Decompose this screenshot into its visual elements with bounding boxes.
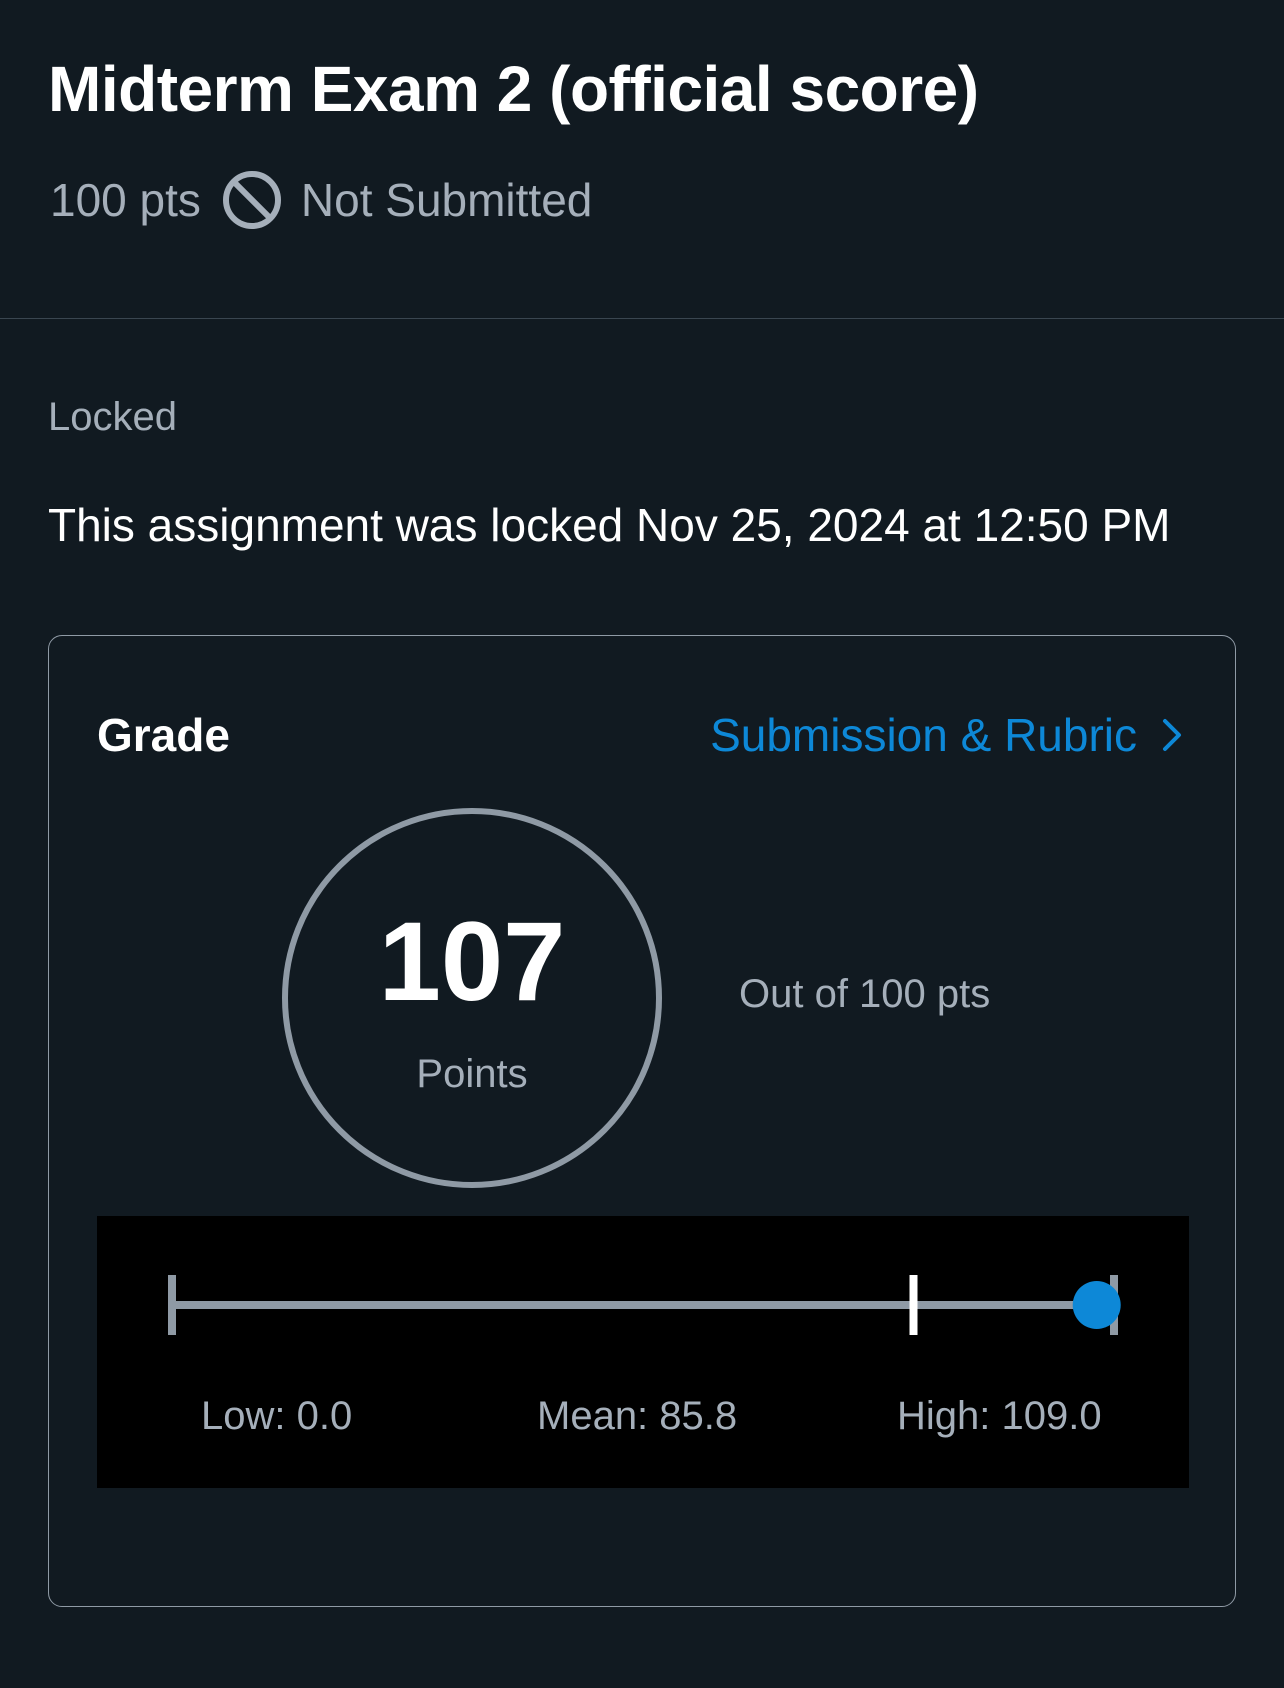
submission-status: Not Submitted [300, 174, 593, 226]
out-of-points: Out of 100 pts [739, 972, 991, 1016]
grade-label: Grade [97, 709, 230, 761]
score-distribution-bar [168, 1275, 1121, 1335]
high-score-label: High: 109.0 [897, 1394, 1102, 1438]
no-entry-icon [221, 169, 283, 231]
score-circle: 107 Points [282, 808, 662, 1188]
score-value: 107 [378, 899, 566, 1024]
mean-score-label: Mean: 85.8 [537, 1394, 738, 1438]
assignment-header: Midterm Exam 2 (official score) 100 pts … [0, 0, 1284, 319]
submission-rubric-link[interactable]: Submission & Rubric [710, 708, 1187, 762]
chevron-right-icon [1163, 719, 1181, 751]
points-possible: 100 pts [50, 174, 201, 226]
locked-message: This assignment was locked Nov 25, 2024 … [48, 499, 1171, 551]
assignment-title: Midterm Exam 2 (official score) [48, 53, 979, 125]
score-unit: Points [416, 1052, 528, 1096]
score-statistics: Low: 0.0 Mean: 85.8 High: 109.0 [97, 1216, 1189, 1488]
grade-card: Grade Submission & Rubric 107 Points Out… [48, 635, 1236, 1607]
locked-label: Locked [48, 395, 177, 439]
submission-rubric-label: Submission & Rubric [710, 709, 1137, 761]
low-score-label: Low: 0.0 [201, 1394, 353, 1438]
assignment-meta: 100 pts Not Submitted [50, 168, 592, 232]
user-score-marker [1072, 1281, 1121, 1329]
